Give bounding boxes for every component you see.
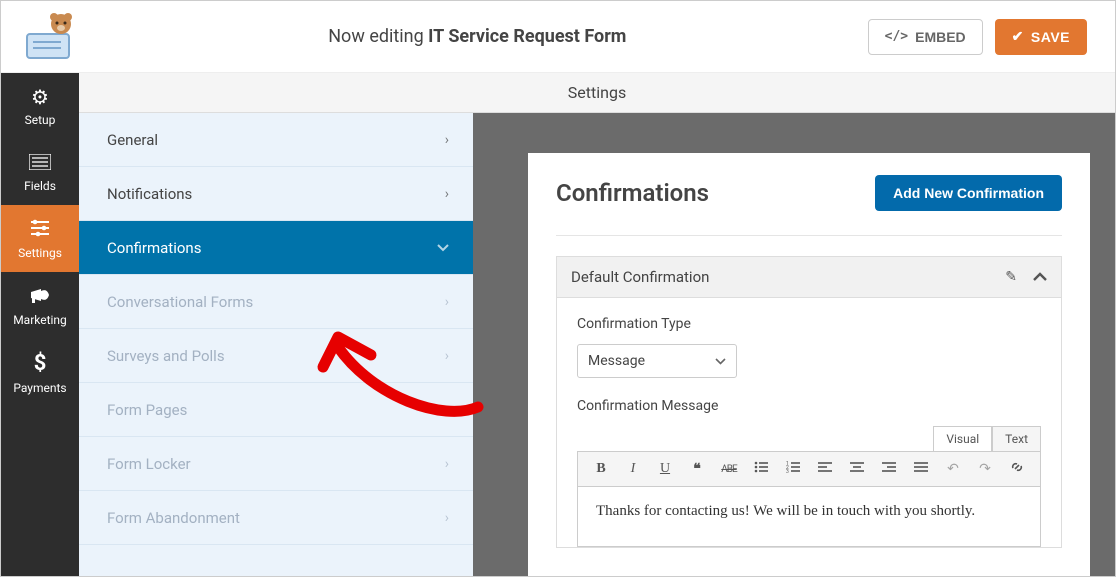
italic-button[interactable]: I bbox=[624, 461, 642, 477]
form-name: IT Service Request Form bbox=[428, 26, 626, 47]
chevron-right-icon: › bbox=[445, 348, 449, 364]
sublist-confirmations[interactable]: Confirmations bbox=[79, 221, 473, 275]
editor-tabs: Visual Text bbox=[577, 426, 1041, 451]
bullet-list-button[interactable] bbox=[752, 461, 770, 477]
sublist-surveys-polls[interactable]: Surveys and Polls › bbox=[79, 329, 473, 383]
chevron-right-icon: › bbox=[445, 456, 449, 472]
nav-rail: ⚙ Setup Fields Settings Marketing $ Paym… bbox=[1, 73, 79, 576]
code-icon: </> bbox=[885, 29, 908, 44]
accordion-body: Confirmation Type Message Confirmation M… bbox=[556, 298, 1062, 548]
save-label: SAVE bbox=[1031, 29, 1070, 45]
chevron-up-icon[interactable] bbox=[1033, 269, 1047, 285]
bold-button[interactable]: B bbox=[592, 461, 610, 477]
nav-fields[interactable]: Fields bbox=[1, 139, 79, 205]
add-label: Add New Confirmation bbox=[893, 185, 1044, 201]
sublist-form-abandonment[interactable]: Form Abandonment › bbox=[79, 491, 473, 545]
sublist-form-locker[interactable]: Form Locker › bbox=[79, 437, 473, 491]
bullhorn-icon bbox=[29, 286, 51, 307]
align-center-button[interactable] bbox=[848, 461, 866, 477]
blockquote-button[interactable]: ❝ bbox=[688, 461, 706, 478]
svg-text:3: 3 bbox=[786, 469, 789, 473]
sublist-label: General bbox=[107, 131, 158, 149]
sublist-label: Conversational Forms bbox=[107, 293, 253, 311]
embed-label: EMBED bbox=[915, 29, 966, 45]
sublist-label: Surveys and Polls bbox=[107, 347, 225, 365]
nav-label: Marketing bbox=[13, 313, 67, 327]
nav-label: Settings bbox=[18, 246, 62, 260]
sliders-icon bbox=[29, 219, 51, 240]
chevron-down-icon bbox=[715, 353, 726, 369]
confirmation-type-label: Confirmation Type bbox=[577, 316, 1041, 332]
main-layout: ⚙ Setup Fields Settings Marketing $ Paym… bbox=[1, 73, 1115, 576]
content-pane: Confirmations Add New Confirmation Defau… bbox=[473, 113, 1115, 576]
editor-tab-text[interactable]: Text bbox=[992, 426, 1041, 451]
chevron-right-icon: › bbox=[445, 402, 449, 418]
embed-button[interactable]: </> EMBED bbox=[868, 19, 983, 55]
underline-button[interactable]: U bbox=[656, 461, 674, 477]
sublist-label: Form Abandonment bbox=[107, 509, 240, 527]
undo-button[interactable]: ↶ bbox=[944, 461, 962, 477]
accordion-header[interactable]: Default Confirmation ✎ bbox=[556, 256, 1062, 298]
confirmation-accordion: Default Confirmation ✎ Confirmation Type bbox=[556, 256, 1062, 548]
app-logo bbox=[9, 12, 87, 62]
chevron-down-icon bbox=[437, 240, 449, 256]
redo-button[interactable]: ↷ bbox=[976, 461, 994, 477]
sublist-label: Form Locker bbox=[107, 455, 191, 473]
page-body: Settings General › Notifications › Confi… bbox=[79, 73, 1115, 576]
sublist-form-pages[interactable]: Form Pages › bbox=[79, 383, 473, 437]
settings-header: Settings bbox=[79, 73, 1115, 113]
select-value: Message bbox=[588, 353, 645, 369]
chevron-right-icon: › bbox=[445, 186, 449, 202]
nav-label: Fields bbox=[24, 179, 56, 193]
sublist-label: Notifications bbox=[107, 185, 192, 203]
nav-marketing[interactable]: Marketing bbox=[1, 272, 79, 339]
nav-label: Payments bbox=[13, 381, 66, 395]
align-left-button[interactable] bbox=[816, 461, 834, 477]
confirmation-type-select[interactable]: Message bbox=[577, 344, 737, 378]
editor-content[interactable]: Thanks for contacting us! We will be in … bbox=[577, 487, 1041, 547]
confirmation-message-label: Confirmation Message bbox=[577, 398, 1041, 414]
chevron-right-icon: › bbox=[445, 510, 449, 526]
gear-icon: ⚙ bbox=[31, 87, 49, 107]
dollar-icon: $ bbox=[34, 353, 47, 375]
sublist-notifications[interactable]: Notifications › bbox=[79, 167, 473, 221]
chevron-right-icon: › bbox=[445, 132, 449, 148]
nav-settings[interactable]: Settings bbox=[1, 205, 79, 272]
accordion-title: Default Confirmation bbox=[571, 268, 709, 286]
sublist-label: Confirmations bbox=[107, 239, 201, 257]
check-icon: ✔ bbox=[1012, 28, 1024, 45]
list-icon bbox=[29, 153, 51, 173]
nav-label: Setup bbox=[25, 113, 56, 127]
nav-setup[interactable]: ⚙ Setup bbox=[1, 73, 79, 139]
top-bar: Now editing IT Service Request Form </> … bbox=[1, 1, 1115, 73]
sublist-conversational-forms[interactable]: Conversational Forms › bbox=[79, 275, 473, 329]
save-button[interactable]: ✔ SAVE bbox=[995, 19, 1087, 55]
align-right-button[interactable] bbox=[880, 461, 898, 477]
confirmations-panel: Confirmations Add New Confirmation Defau… bbox=[528, 153, 1090, 576]
numbered-list-button[interactable]: 123 bbox=[784, 461, 802, 477]
panel-title: Confirmations bbox=[556, 179, 709, 207]
editor-toolbar: B I U ❝ ABE 123 bbox=[577, 451, 1041, 487]
align-justify-button[interactable] bbox=[912, 461, 930, 477]
sublist-label: Form Pages bbox=[107, 401, 187, 419]
editing-title: Now editing IT Service Request Form bbox=[87, 26, 868, 47]
add-confirmation-button[interactable]: Add New Confirmation bbox=[875, 175, 1062, 211]
nav-payments[interactable]: $ Payments bbox=[1, 339, 79, 407]
editing-prefix: Now editing bbox=[328, 26, 428, 47]
pencil-icon[interactable]: ✎ bbox=[1005, 269, 1017, 285]
settings-sublist: General › Notifications › Confirmations … bbox=[79, 113, 473, 576]
link-button[interactable] bbox=[1008, 460, 1026, 478]
chevron-right-icon: › bbox=[445, 294, 449, 310]
strikethrough-button[interactable]: ABE bbox=[720, 464, 738, 475]
editor-tab-visual[interactable]: Visual bbox=[933, 426, 992, 451]
sublist-general[interactable]: General › bbox=[79, 113, 473, 167]
